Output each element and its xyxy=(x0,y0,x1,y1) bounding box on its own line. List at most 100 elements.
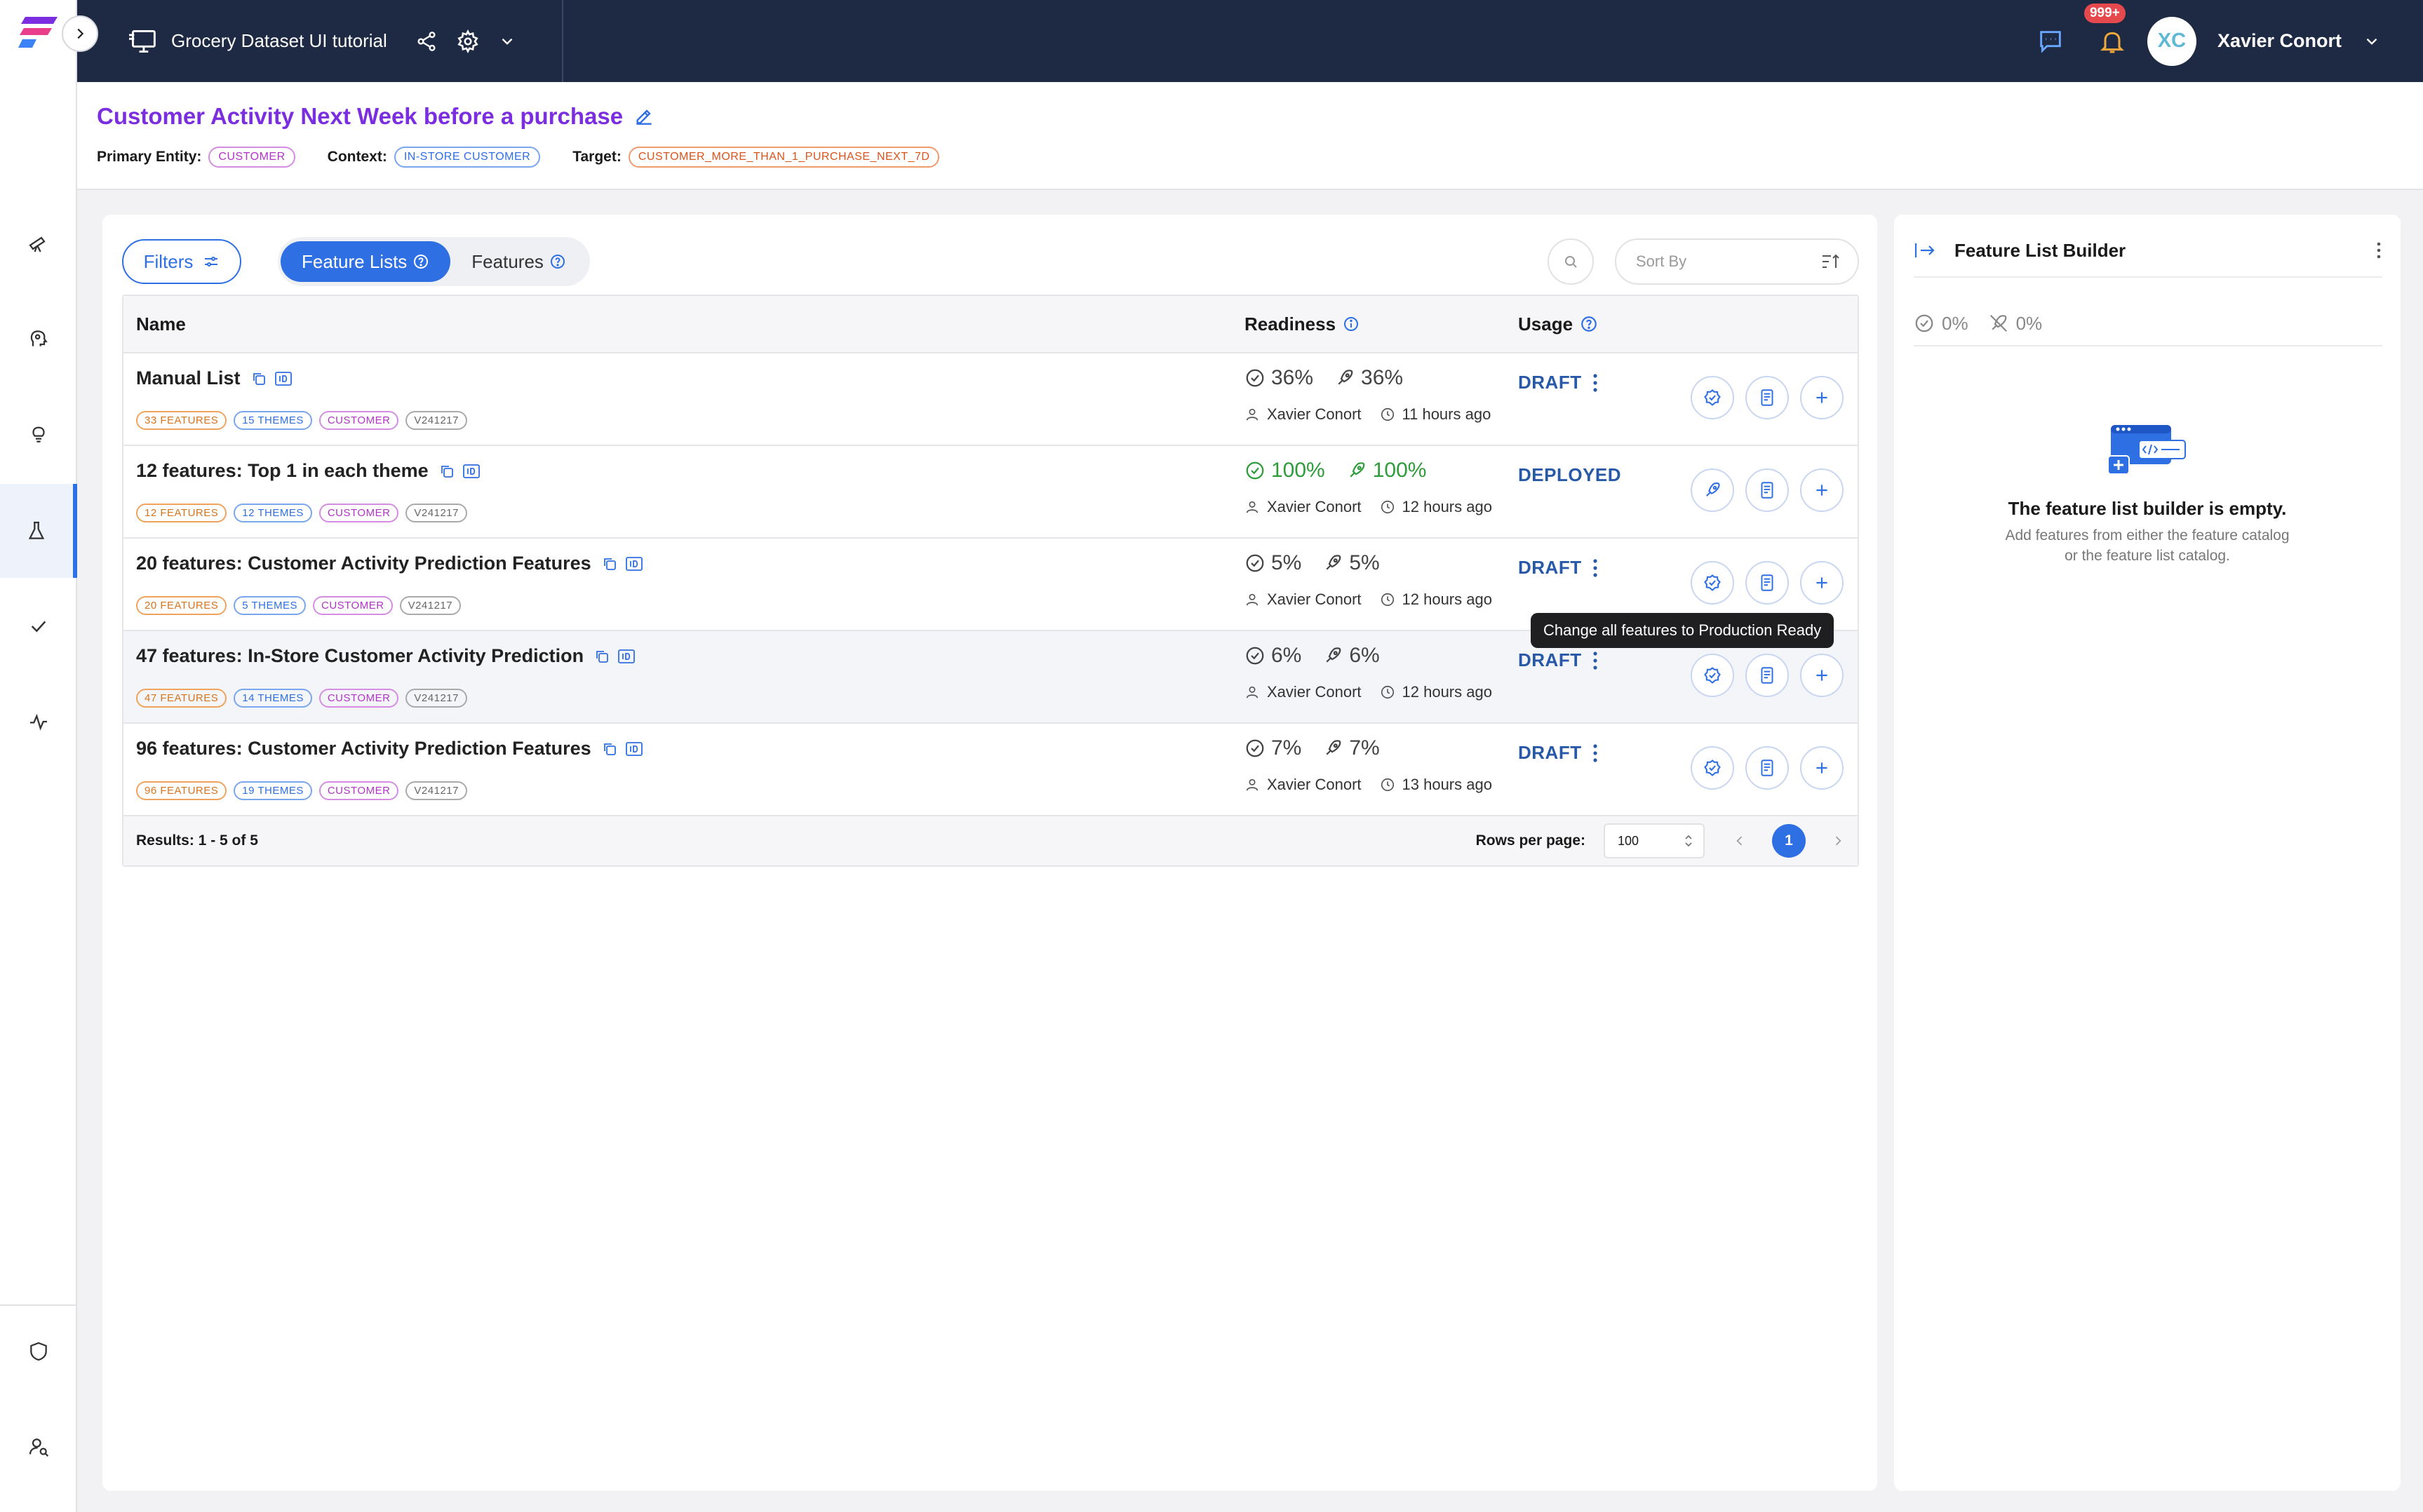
tab-features[interactable]: Features xyxy=(450,241,587,282)
edit-icon[interactable] xyxy=(633,105,655,128)
copy-icon[interactable] xyxy=(601,555,618,572)
chevron-down-icon[interactable] xyxy=(2363,32,2381,50)
primary-entity-badge[interactable]: CUSTOMER xyxy=(208,147,295,168)
rows-per-page-select[interactable]: 100 xyxy=(1604,823,1705,858)
page-number-current[interactable]: 1 xyxy=(1772,824,1806,858)
sidebar-item-ideate[interactable] xyxy=(0,292,77,386)
add-to-builder-button[interactable] xyxy=(1800,746,1844,790)
feature-list-name[interactable]: 20 features: Customer Activity Predictio… xyxy=(136,553,591,574)
add-to-builder-button[interactable] xyxy=(1800,561,1844,605)
empty-title: The feature list builder is empty. xyxy=(2008,498,2287,519)
search-button[interactable] xyxy=(1548,238,1594,285)
filters-button[interactable]: Filters xyxy=(122,239,241,284)
id-icon[interactable] xyxy=(462,463,481,480)
kebab-menu-icon[interactable] xyxy=(1592,743,1599,763)
production-ready-button[interactable] xyxy=(1691,376,1734,419)
help-icon[interactable] xyxy=(412,253,429,270)
id-icon[interactable] xyxy=(617,648,636,665)
notebook-button[interactable] xyxy=(1745,468,1789,512)
id-icon[interactable] xyxy=(625,555,643,572)
catalog-title[interactable]: Grocery Dataset UI tutorial xyxy=(171,30,387,52)
row-actions xyxy=(1691,376,1855,419)
production-ready-button[interactable] xyxy=(1691,746,1734,790)
help-icon[interactable] xyxy=(1580,315,1598,333)
usage-status: DEPLOYED xyxy=(1518,464,1622,485)
readiness-cell: 7% 7% xyxy=(1244,736,1401,760)
notebook-button[interactable] xyxy=(1745,654,1789,697)
feature-lists-table: Name Readiness Usage Manual List 33 FEAT… xyxy=(122,295,1859,867)
view-toggle: Feature Lists Features xyxy=(278,237,590,286)
copy-icon[interactable] xyxy=(593,648,610,665)
owner-cell: Xavier Conort 11 hours ago xyxy=(1244,405,1491,424)
version-badge: V241217 xyxy=(405,781,467,800)
use-case-header: Customer Activity Next Week before a pur… xyxy=(77,82,2423,190)
head-icon xyxy=(30,330,48,346)
kebab-menu-icon[interactable] xyxy=(1592,558,1599,578)
add-to-builder-button[interactable] xyxy=(1800,376,1844,419)
copy-icon[interactable] xyxy=(601,741,618,757)
sort-by-select[interactable]: Sort By xyxy=(1615,238,1859,285)
feature-list-name[interactable]: Manual List xyxy=(136,367,241,389)
notebook-button[interactable] xyxy=(1745,746,1789,790)
target-badge[interactable]: CUSTOMER_MORE_THAN_1_PURCHASE_NEXT_7D xyxy=(628,147,940,168)
feature-list-name-cell: 20 features: Customer Activity Predictio… xyxy=(136,553,643,574)
column-readiness-label: Readiness xyxy=(1244,313,1336,335)
help-icon[interactable] xyxy=(549,253,566,270)
id-icon[interactable] xyxy=(625,741,643,757)
share-icon[interactable] xyxy=(415,30,438,53)
avatar[interactable]: XC xyxy=(2147,16,2196,66)
gear-icon[interactable] xyxy=(456,29,480,53)
flask-icon xyxy=(28,521,45,539)
add-to-builder-button[interactable] xyxy=(1800,468,1844,512)
tab-feature-lists[interactable]: Feature Lists xyxy=(281,241,451,282)
version-badge: V241217 xyxy=(405,504,467,522)
sidebar-item-monitor[interactable] xyxy=(0,675,77,769)
sidebar-item-approve[interactable] xyxy=(0,579,77,673)
id-icon[interactable] xyxy=(274,370,293,387)
notebook-button[interactable] xyxy=(1745,376,1789,419)
column-readiness[interactable]: Readiness xyxy=(1244,313,1360,335)
deploy-rocket-icon xyxy=(1706,482,1720,497)
notifications-button[interactable]: 999+ xyxy=(2083,3,2126,55)
context-badge[interactable]: IN-STORE CUSTOMER xyxy=(394,147,541,168)
production-ready-button[interactable] xyxy=(1691,468,1734,512)
column-usage[interactable]: Usage xyxy=(1518,313,1598,335)
copy-icon[interactable] xyxy=(438,463,455,480)
feature-list-name[interactable]: 12 features: Top 1 in each theme xyxy=(136,460,429,482)
table-row[interactable]: 12 features: Top 1 in each theme 12 FEAT… xyxy=(123,446,1858,539)
table-row[interactable]: Manual List 33 FEATURES 15 THEMES CUSTOM… xyxy=(123,353,1858,446)
sidebar-item-explore[interactable] xyxy=(0,196,77,290)
info-icon[interactable] xyxy=(1343,316,1360,332)
notebook-icon xyxy=(1761,482,1773,499)
sidebar-item-experiment[interactable] xyxy=(0,484,77,578)
add-to-builder-button[interactable] xyxy=(1800,654,1844,697)
production-ready-button[interactable] xyxy=(1691,654,1734,697)
kebab-menu-icon[interactable] xyxy=(1592,373,1599,393)
feature-list-name[interactable]: 96 features: Customer Activity Predictio… xyxy=(136,738,591,760)
table-row[interactable]: 96 features: Customer Activity Predictio… xyxy=(123,724,1858,816)
chevron-down-icon[interactable] xyxy=(498,32,516,50)
sidebar-item-insights[interactable] xyxy=(0,387,77,481)
feature-list-name[interactable]: 47 features: In-Store Customer Activity … xyxy=(136,645,584,667)
collapse-panel-icon[interactable] xyxy=(1914,241,1936,260)
notebook-icon xyxy=(1761,574,1773,591)
page-title: Customer Activity Next Week before a pur… xyxy=(97,103,655,130)
list-toolbar: Filters Feature Lists Features Sort By xyxy=(122,237,1859,286)
kebab-menu-icon[interactable] xyxy=(1592,651,1599,670)
app-logo[interactable] xyxy=(18,15,59,50)
chat-icon[interactable] xyxy=(2036,27,2065,55)
prev-page-icon[interactable] xyxy=(1733,834,1747,848)
notebook-button[interactable] xyxy=(1745,561,1789,605)
user-name[interactable]: Xavier Conort xyxy=(2217,30,2342,52)
production-ready-button[interactable] xyxy=(1691,561,1734,605)
next-page-icon[interactable] xyxy=(1831,834,1845,848)
column-name[interactable]: Name xyxy=(136,313,186,335)
tooltip: Change all features to Production Ready xyxy=(1531,613,1834,648)
expand-sidebar-button[interactable] xyxy=(62,15,98,52)
target-label: Target: xyxy=(572,149,622,165)
copy-icon[interactable] xyxy=(250,370,267,387)
sidebar-item-admin[interactable] xyxy=(0,1304,77,1398)
owner-cell: Xavier Conort 12 hours ago xyxy=(1244,683,1492,701)
more-vertical-icon[interactable] xyxy=(2375,241,2382,260)
sidebar-item-user-search[interactable] xyxy=(0,1400,77,1494)
